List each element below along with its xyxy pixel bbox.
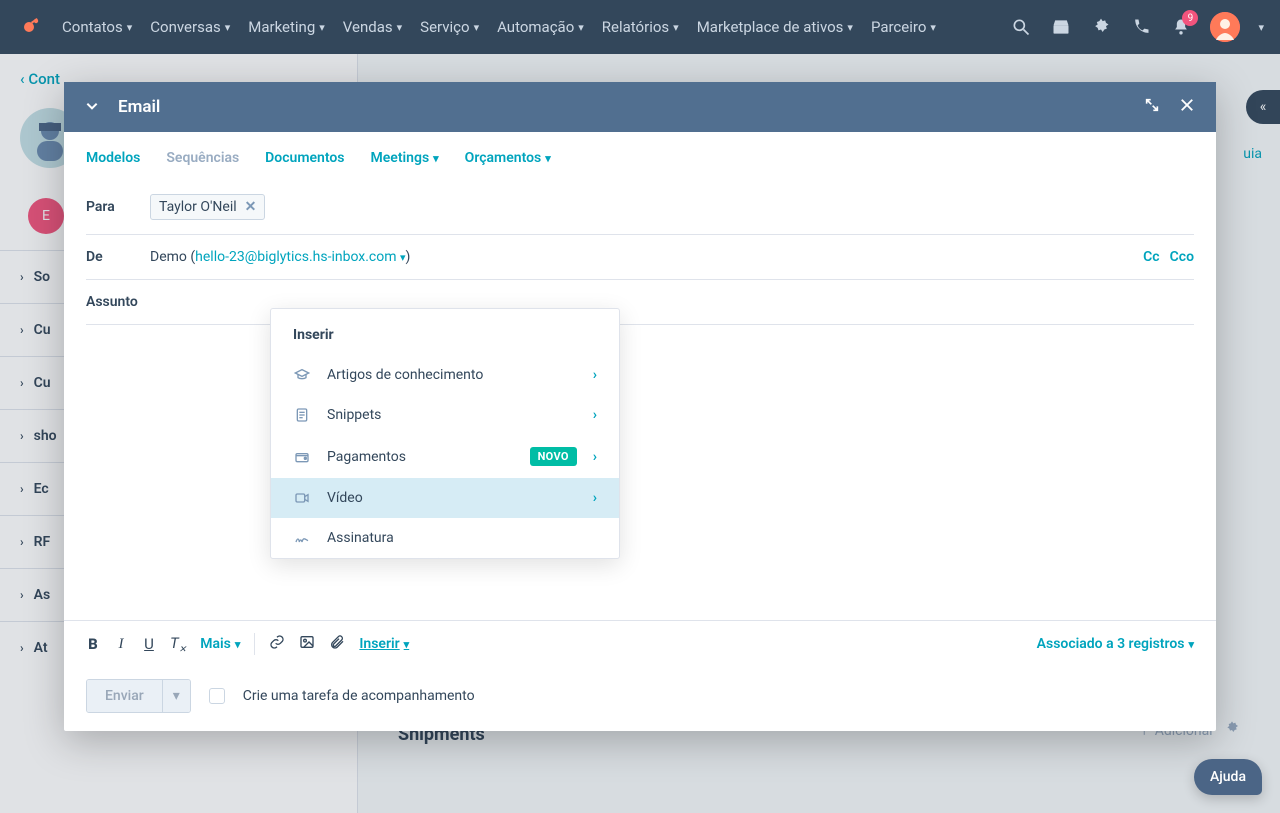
link-button[interactable]	[269, 634, 285, 654]
to-field-row: Para Taylor O'Neil ✕	[86, 180, 1194, 235]
account-dropdown-icon[interactable]: ▾	[1258, 21, 1264, 34]
chevron-down-icon: ▾	[225, 21, 231, 34]
nav-right: 9 ▾	[1010, 12, 1264, 42]
chevron-right-icon: ›	[593, 407, 597, 423]
chevron-down-icon: ▾	[127, 21, 133, 34]
chevron-down-icon: ▾	[847, 21, 853, 34]
modal-title: Email	[118, 97, 160, 117]
attachment-button[interactable]	[329, 634, 345, 654]
marketplace-icon[interactable]	[1050, 16, 1072, 38]
video-icon	[293, 490, 311, 506]
send-row: Enviar ▾ Crie uma tarefa de acompanhamen…	[64, 667, 1216, 731]
nav-item[interactable]: Marketplace de ativos ▾	[697, 18, 853, 36]
tab-modelos[interactable]: Modelos	[86, 150, 140, 166]
clear-format-button[interactable]: T✕	[170, 634, 186, 655]
insert-option[interactable]: Snippets›	[271, 395, 619, 435]
italic-button[interactable]: I	[114, 636, 128, 653]
send-button[interactable]: Enviar ▾	[86, 679, 191, 713]
more-format-dropdown[interactable]: Mais ▾	[200, 636, 240, 652]
followup-checkbox[interactable]	[209, 688, 225, 704]
composer-body: Para Taylor O'Neil ✕ De Demo (hello-23@b…	[64, 180, 1216, 620]
subject-label: Assunto	[86, 294, 138, 310]
chevron-down-icon: ▾	[235, 638, 241, 651]
chevron-right-icon: ›	[593, 367, 597, 383]
chevron-right-icon: ›	[593, 449, 597, 465]
recipient-chip[interactable]: Taylor O'Neil ✕	[150, 194, 265, 220]
email-composer-modal: Email Modelos Sequências Documentos Meet…	[64, 82, 1216, 731]
wallet-icon	[293, 449, 311, 465]
tab-sequencias: Sequências	[166, 150, 239, 166]
insert-option[interactable]: Vídeo›	[271, 478, 619, 518]
tab-meetings[interactable]: Meetings ▾	[371, 150, 439, 166]
close-icon[interactable]	[1178, 96, 1196, 119]
chevron-down-icon: ▾	[474, 21, 480, 34]
user-avatar[interactable]	[1210, 12, 1240, 42]
chevron-down-icon: ▾	[930, 21, 936, 34]
subject-field-row[interactable]: Assunto	[86, 280, 1194, 325]
editor-toolbar: B I U T✕ Mais ▾ Inserir ▾ Associado a 3 …	[64, 620, 1216, 667]
notification-badge: 9	[1182, 10, 1198, 26]
followup-label: Crie uma tarefa de acompanhamento	[243, 688, 475, 704]
from-label: De	[86, 249, 130, 265]
signature-icon	[293, 530, 311, 546]
cc-bcc-links: Cc Cco	[1143, 249, 1194, 265]
from-display[interactable]: Demo (hello-23@biglytics.hs-inbox.com ▾)	[150, 249, 410, 265]
chevron-down-icon: ▾	[1188, 638, 1194, 651]
nav-menu: Contatos ▾ Conversas ▾ Marketing ▾ Vendas ▾…	[62, 18, 936, 36]
tab-documentos[interactable]: Documentos	[265, 150, 344, 166]
chevron-down-icon: ▾	[319, 21, 325, 34]
minimize-icon[interactable]	[1144, 97, 1160, 118]
cc-link[interactable]: Cc	[1143, 249, 1159, 265]
notifications-icon[interactable]: 9	[1170, 16, 1192, 38]
nav-item[interactable]: Serviço ▾	[420, 18, 479, 36]
document-icon	[293, 407, 311, 423]
chevron-down-icon: ▾	[578, 21, 584, 34]
chevron-down-icon: ▾	[404, 638, 410, 651]
insert-dropdown[interactable]: Inserir ▾	[359, 636, 409, 652]
hubspot-logo[interactable]	[16, 14, 42, 40]
help-button[interactable]: Ajuda	[1194, 759, 1262, 795]
remove-recipient-icon[interactable]: ✕	[245, 199, 257, 215]
insert-option[interactable]: Assinatura	[271, 518, 619, 558]
insert-option[interactable]: PagamentosNOVO›	[271, 435, 619, 478]
nav-item[interactable]: Relatórios ▾	[602, 18, 679, 36]
nav-item[interactable]: Contatos ▾	[62, 18, 132, 36]
underline-button[interactable]: U	[142, 635, 156, 653]
chevron-right-icon: ›	[593, 490, 597, 506]
insert-popover: Inserir Artigos de conhecimento›Snippets…	[270, 308, 620, 559]
to-label: Para	[86, 199, 130, 215]
modal-header: Email	[64, 82, 1216, 132]
graduation-icon	[293, 367, 311, 383]
new-badge: NOVO	[530, 447, 577, 466]
image-button[interactable]	[299, 634, 315, 654]
nav-item[interactable]: Conversas ▾	[150, 18, 230, 36]
bold-button[interactable]: B	[86, 635, 100, 653]
collapse-icon[interactable]	[84, 97, 100, 117]
nav-item[interactable]: Vendas ▾	[343, 18, 402, 36]
bcc-link[interactable]: Cco	[1170, 249, 1194, 265]
search-icon[interactable]	[1010, 16, 1032, 38]
associated-records-dropdown[interactable]: Associado a 3 registros ▾	[1037, 636, 1194, 652]
from-field-row: De Demo (hello-23@biglytics.hs-inbox.com…	[86, 235, 1194, 280]
phone-icon[interactable]	[1130, 16, 1152, 38]
toolbar-divider	[254, 633, 255, 655]
format-group: B I U T✕ Mais ▾	[86, 634, 240, 655]
chevron-down-icon: ▾	[673, 21, 679, 34]
nav-item[interactable]: Parceiro ▾	[871, 18, 936, 36]
tab-orcamentos[interactable]: Orçamentos ▾	[465, 150, 551, 166]
settings-icon[interactable]	[1090, 16, 1112, 38]
chevron-down-icon: ▾	[397, 21, 403, 34]
chevron-down-icon: ▾	[545, 152, 551, 165]
top-navigation: Contatos ▾ Conversas ▾ Marketing ▾ Vendas ▾…	[0, 0, 1280, 54]
chevron-down-icon: ▾	[433, 152, 439, 165]
nav-item[interactable]: Automação ▾	[497, 18, 584, 36]
nav-item[interactable]: Marketing ▾	[248, 18, 325, 36]
popover-title: Inserir	[271, 309, 619, 355]
insert-option[interactable]: Artigos de conhecimento›	[271, 355, 619, 395]
email-body-editor[interactable]	[86, 325, 1194, 595]
send-options-icon[interactable]: ▾	[162, 680, 190, 712]
composer-tabs: Modelos Sequências Documentos Meetings ▾…	[64, 132, 1216, 180]
